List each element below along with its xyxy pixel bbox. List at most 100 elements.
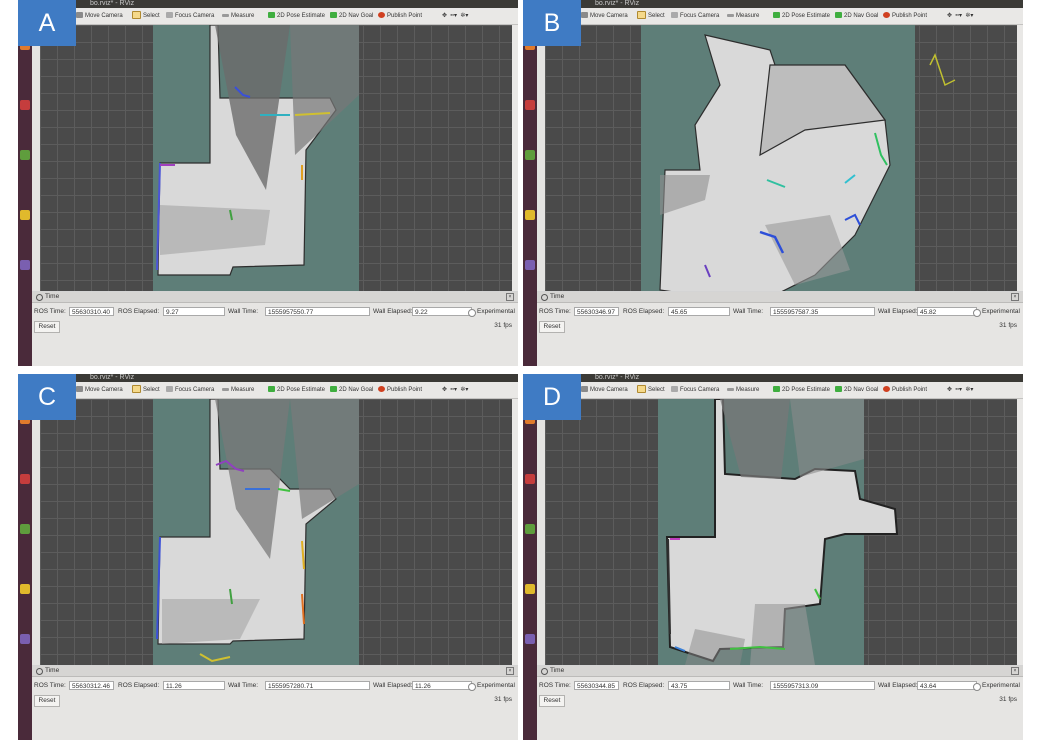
ros-time-field[interactable]: 55630310.40 (69, 307, 114, 316)
publish-point-tool[interactable]: Publish Point (883, 382, 927, 398)
rviz-panel-a: bo.rviz* - RViz Move Camera Select Focus… (18, 0, 518, 366)
move-camera-tool[interactable]: Move Camera (76, 8, 123, 24)
close-icon[interactable]: × (1011, 667, 1019, 675)
interact-icon[interactable]: ✥ ╍▾ ✲▾ (442, 8, 468, 24)
pose-estimate-tool[interactable]: 2D Pose Estimate (268, 382, 325, 398)
select-tool[interactable]: Select (132, 8, 160, 24)
interact-icon[interactable]: ✥ ╍▾ ✲▾ (442, 382, 468, 398)
ros-time-label: ROS Time: (34, 682, 66, 689)
move-camera-tool[interactable]: Move Camera (76, 382, 123, 398)
reset-button[interactable]: Reset (34, 321, 60, 333)
pose-estimate-tool[interactable]: 2D Pose Estimate (773, 8, 830, 24)
reset-button[interactable]: Reset (34, 695, 60, 707)
ros-elapsed-label: ROS Elapsed: (118, 308, 160, 315)
experimental-checkbox[interactable] (973, 683, 981, 691)
wall-elapsed-label: Wall Elapsed: (878, 308, 918, 315)
focus-camera-tool[interactable]: Focus Camera (166, 8, 214, 24)
scan-shadow (750, 604, 815, 665)
nav-goal-tool[interactable]: 2D Nav Goal (330, 8, 373, 24)
pose-estimate-tool[interactable]: 2D Pose Estimate (773, 382, 830, 398)
left-dock-edge (537, 25, 545, 291)
close-icon[interactable]: × (506, 667, 514, 675)
fps-readout: 31 fps (999, 696, 1017, 703)
ros-time-label: ROS Time: (539, 682, 571, 689)
focus-camera-tool[interactable]: Focus Camera (671, 382, 719, 398)
window-title: bo.rviz* - RViz (90, 374, 135, 381)
launcher-bar (18, 0, 32, 366)
time-panel-title: Time (45, 293, 60, 300)
ros-elapsed-field[interactable]: 43.75 (668, 681, 730, 690)
select-tool[interactable]: Select (637, 8, 665, 24)
nav-goal-tool[interactable]: 2D Nav Goal (330, 382, 373, 398)
time-panel-title: Time (550, 667, 565, 674)
window-title: bo.rviz* - RViz (595, 374, 640, 381)
wall-time-field[interactable]: 1555957313.09 (770, 681, 875, 690)
move-camera-tool[interactable]: Move Camera (581, 8, 628, 24)
experimental-label: Experimental (982, 682, 1020, 689)
experimental-label: Experimental (982, 308, 1020, 315)
right-dock-edge (1017, 399, 1023, 665)
ros-time-label: ROS Time: (34, 308, 66, 315)
experimental-checkbox[interactable] (973, 309, 981, 317)
ros-elapsed-field[interactable]: 11.26 (163, 681, 225, 690)
reset-button[interactable]: Reset (539, 695, 565, 707)
rviz-panel-c: bo.rviz* - RViz Move Camera Select Focus… (18, 374, 518, 740)
ros-elapsed-field[interactable]: 45.65 (668, 307, 730, 316)
focus-camera-tool[interactable]: Focus Camera (671, 8, 719, 24)
occupancy-map (658, 399, 899, 665)
time-panel: Time × ROS Time: 55630344.85 ROS Elapsed:… (537, 666, 1023, 740)
time-panel-icon (541, 294, 548, 301)
rviz-toolbar: Move Camera Select Focus Camera Measure … (537, 382, 1023, 399)
wall-time-field[interactable]: 1555957550.77 (265, 307, 370, 316)
panel-letter-label: D (523, 374, 581, 420)
focus-camera-tool[interactable]: Focus Camera (166, 382, 214, 398)
wall-time-field[interactable]: 1555957280.71 (265, 681, 370, 690)
ros-time-field[interactable]: 55630346.97 (574, 307, 619, 316)
ros-elapsed-label: ROS Elapsed: (623, 682, 665, 689)
wall-elapsed-field[interactable]: 43.64 (917, 681, 977, 690)
wall-time-label: Wall Time: (733, 308, 764, 315)
close-icon[interactable]: × (506, 293, 514, 301)
wall-elapsed-field[interactable]: 45.82 (917, 307, 977, 316)
measure-tool[interactable]: Measure (222, 8, 254, 24)
publish-point-tool[interactable]: Publish Point (378, 382, 422, 398)
select-tool[interactable]: Select (132, 382, 160, 398)
nav-goal-tool[interactable]: 2D Nav Goal (835, 8, 878, 24)
laser-scan (929, 53, 956, 87)
ros-time-field[interactable]: 55630344.85 (574, 681, 619, 690)
experimental-checkbox[interactable] (468, 309, 476, 317)
ros-time-field[interactable]: 55630312.46 (69, 681, 114, 690)
publish-point-tool[interactable]: Publish Point (378, 8, 422, 24)
wall-time-field[interactable]: 1555957587.35 (770, 307, 875, 316)
rviz-panel-d: bo.rviz* - RViz Move Camera Select Focus… (523, 374, 1023, 740)
measure-tool[interactable]: Measure (222, 382, 254, 398)
wall-elapsed-field[interactable]: 11.26 (412, 681, 472, 690)
wall-elapsed-label: Wall Elapsed: (878, 682, 918, 689)
publish-point-tool[interactable]: Publish Point (883, 8, 927, 24)
fps-readout: 31 fps (494, 322, 512, 329)
map-viewport[interactable] (40, 25, 512, 291)
measure-tool[interactable]: Measure (727, 382, 759, 398)
ros-elapsed-field[interactable]: 9.27 (163, 307, 225, 316)
time-panel-icon (36, 668, 43, 675)
measure-tool[interactable]: Measure (727, 8, 759, 24)
interact-icon[interactable]: ✥ ╍▾ ✲▾ (947, 8, 973, 24)
map-viewport[interactable] (545, 25, 1017, 291)
panel-letter-label: B (523, 0, 581, 46)
select-tool[interactable]: Select (637, 382, 665, 398)
close-icon[interactable]: × (1011, 293, 1019, 301)
experimental-checkbox[interactable] (468, 683, 476, 691)
move-camera-tool[interactable]: Move Camera (581, 382, 628, 398)
wall-elapsed-label: Wall Elapsed: (373, 308, 413, 315)
map-viewport[interactable] (40, 399, 512, 665)
wall-elapsed-field[interactable]: 9.22 (412, 307, 472, 316)
pose-estimate-tool[interactable]: 2D Pose Estimate (268, 8, 325, 24)
rviz-toolbar: Move Camera Select Focus Camera Measure … (32, 382, 518, 399)
wall-time-label: Wall Time: (228, 682, 259, 689)
reset-button[interactable]: Reset (539, 321, 565, 333)
map-viewport[interactable] (545, 399, 1017, 665)
window-titlebar: bo.rviz* - RViz (537, 374, 1023, 382)
interact-icon[interactable]: ✥ ╍▾ ✲▾ (947, 382, 973, 398)
nav-goal-tool[interactable]: 2D Nav Goal (835, 382, 878, 398)
ros-elapsed-label: ROS Elapsed: (118, 682, 160, 689)
